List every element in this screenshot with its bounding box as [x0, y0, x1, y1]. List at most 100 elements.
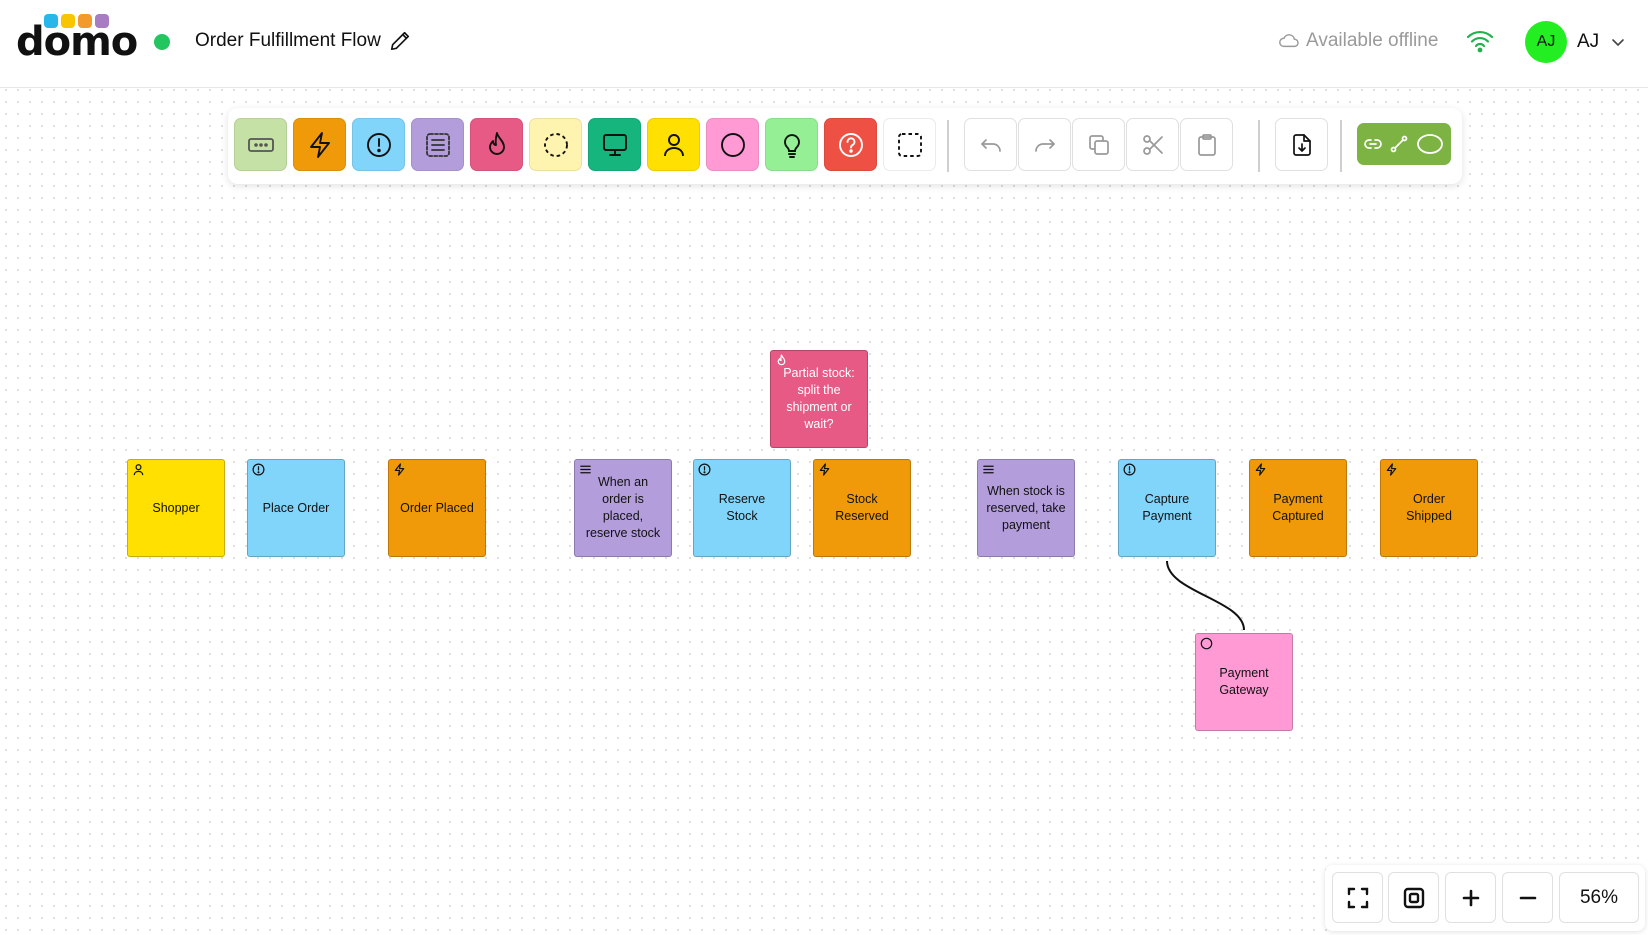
avatar-initials: AJ	[1536, 33, 1556, 50]
logo-wordmark: domo	[16, 19, 138, 65]
offline-status[interactable]: Available offline	[1278, 30, 1438, 52]
zoom-out-button[interactable]	[1502, 872, 1553, 923]
redo-icon	[1034, 138, 1055, 152]
fullscreen-icon	[1347, 887, 1368, 908]
dashed-circle-icon	[543, 132, 568, 157]
note-payment-captured[interactable]: Payment Captured	[1249, 459, 1347, 557]
export-button[interactable]	[1275, 118, 1328, 171]
fullscreen-button[interactable]	[1332, 872, 1383, 923]
list-icon	[983, 465, 994, 474]
user-icon	[133, 464, 144, 476]
note-text: Place Order	[262, 500, 330, 515]
note-text: When stock is reserved, take payment	[986, 483, 1066, 532]
wifi-icon	[1466, 30, 1494, 53]
redo-button[interactable]	[1018, 118, 1071, 171]
lightning-icon	[309, 131, 330, 158]
lightning-icon	[819, 463, 830, 476]
circle-icon	[720, 132, 745, 157]
note-text: Reserve Stock	[718, 492, 766, 523]
undo-button[interactable]	[964, 118, 1017, 171]
toolbar	[228, 108, 1462, 184]
avatar[interactable]: AJ	[1525, 21, 1567, 63]
external-system-tool[interactable]	[706, 118, 759, 171]
connector-tool[interactable]	[1357, 123, 1451, 165]
command-tool[interactable]	[352, 118, 405, 171]
user-icon	[663, 133, 684, 156]
policy-tool[interactable]	[411, 118, 464, 171]
lightning-icon	[1386, 463, 1397, 476]
note-place-order[interactable]: Place Order	[247, 459, 345, 557]
note-text: Stock Reserved	[835, 492, 889, 523]
note-shopper[interactable]: Shopper	[127, 459, 225, 557]
undo-icon	[980, 138, 1001, 152]
alert-circle-icon	[698, 463, 711, 476]
flame-icon	[777, 354, 786, 366]
note-text: Order Shipped	[1406, 492, 1452, 523]
toolbar-divider	[947, 120, 949, 172]
offline-label: Available offline	[1306, 30, 1439, 51]
actor-tool[interactable]	[647, 118, 700, 171]
dashed-square-icon	[897, 132, 922, 157]
alert-circle-icon	[366, 132, 391, 157]
lightning-icon	[1255, 463, 1266, 476]
toolbar-divider	[1258, 120, 1260, 172]
copy-button[interactable]	[1072, 118, 1125, 171]
connection-status-indicator	[154, 34, 170, 50]
note-text: Capture Payment	[1142, 492, 1192, 523]
question-circle-icon	[838, 132, 863, 157]
user-name[interactable]: AJ	[1577, 31, 1599, 53]
lightning-icon	[394, 463, 405, 476]
note-payment-gateway[interactable]: Payment Gateway	[1195, 633, 1293, 731]
note-stock-reserved[interactable]: Stock Reserved	[813, 459, 911, 557]
alert-circle-icon	[252, 463, 265, 476]
flame-icon	[488, 131, 505, 155]
scissors-icon	[1142, 134, 1163, 155]
list-box-icon	[425, 132, 450, 157]
dots-box-icon	[247, 137, 274, 152]
plus-icon	[1462, 889, 1479, 906]
clipboard-icon	[1197, 133, 1216, 156]
lightbulb-icon	[783, 133, 800, 158]
note-text: Order Placed	[400, 500, 474, 515]
note-policy-payment[interactable]: When stock is reserved, take payment	[977, 459, 1075, 557]
zoom-level[interactable]: 56%	[1559, 872, 1639, 923]
note-capture-payment[interactable]: Capture Payment	[1118, 459, 1216, 557]
note-text: Shopper	[152, 500, 200, 515]
hotspot-tool[interactable]	[470, 118, 523, 171]
placeholder-tool[interactable]	[234, 118, 287, 171]
event-tool[interactable]	[293, 118, 346, 171]
note-partial-stock[interactable]: Partial stock: split the shipment or wai…	[770, 350, 868, 448]
list-icon	[580, 465, 591, 474]
note-reserve-stock[interactable]: Reserve Stock	[693, 459, 791, 557]
zoom-controls: 56%	[1325, 865, 1645, 931]
opportunity-tool[interactable]	[765, 118, 818, 171]
paste-button[interactable]	[1180, 118, 1233, 171]
cut-button[interactable]	[1126, 118, 1179, 171]
header: domo Order Fulfillment Flow Available of…	[0, 0, 1648, 88]
frame-tool[interactable]	[883, 118, 936, 171]
note-text: Partial stock: split the shipment or wai…	[783, 366, 855, 431]
note-policy-reserve[interactable]: When an order is placed, reserve stock	[574, 459, 672, 557]
board-title[interactable]: Order Fulfillment Flow	[195, 30, 381, 52]
note-text: Payment Gateway	[1219, 666, 1269, 697]
zoom-in-button[interactable]	[1445, 872, 1496, 923]
domo-logo[interactable]: domo	[16, 14, 138, 64]
note-text: Payment Captured	[1272, 492, 1324, 523]
connector-icon	[1390, 135, 1408, 153]
fit-view-button[interactable]	[1388, 872, 1439, 923]
chevron-down-icon[interactable]	[1610, 34, 1626, 50]
copy-icon	[1088, 134, 1109, 155]
ellipse-icon	[1417, 134, 1443, 154]
alert-circle-icon	[1123, 463, 1136, 476]
read-model-tool[interactable]	[588, 118, 641, 171]
question-tool[interactable]	[824, 118, 877, 171]
fit-view-icon	[1403, 887, 1424, 908]
link-icon	[1364, 139, 1382, 149]
cloud-icon	[1279, 34, 1299, 48]
circle-icon	[1200, 637, 1213, 650]
note-order-placed[interactable]: Order Placed	[388, 459, 486, 557]
pencil-icon[interactable]	[389, 30, 411, 52]
boundary-tool[interactable]	[529, 118, 582, 171]
toolbar-divider	[1340, 120, 1342, 172]
note-order-shipped[interactable]: Order Shipped	[1380, 459, 1478, 557]
